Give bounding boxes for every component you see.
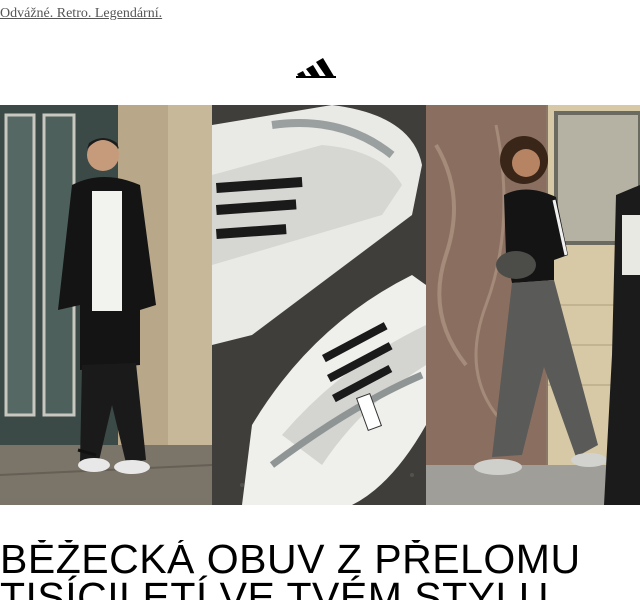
headline-line-1: BĚŽECKÁ OBUV Z PŘELOMU bbox=[0, 540, 581, 582]
hero-photo-man-tracksuit bbox=[0, 105, 212, 505]
preheader-link[interactable]: Odvážné. Retro. Legendární. bbox=[0, 6, 162, 22]
headline-line-2: TISÍCILETÍ VE TVÉM STYLU bbox=[0, 574, 549, 600]
headline: BĚŽECKÁ OBUV Z PŘELOMU TISÍCILETÍ VE TVÉ… bbox=[0, 540, 640, 600]
hero-image[interactable] bbox=[0, 105, 640, 505]
hero-photo-woman-walking bbox=[426, 105, 640, 505]
hero-photo-sneakers-closeup bbox=[212, 105, 426, 505]
adidas-logo-icon[interactable] bbox=[296, 52, 336, 78]
